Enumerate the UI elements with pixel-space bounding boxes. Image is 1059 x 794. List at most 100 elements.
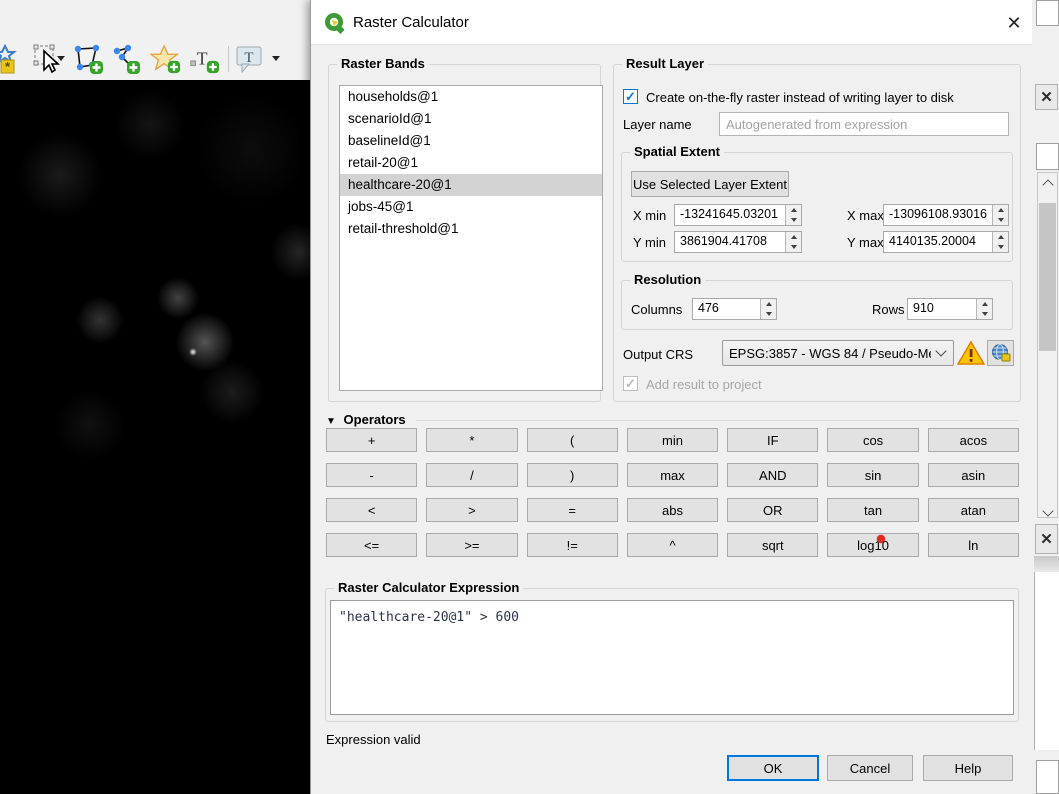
raster-band-item[interactable]: healthcare-20@1	[340, 174, 602, 196]
spin-arrows[interactable]	[992, 205, 1008, 225]
spin-arrows[interactable]	[992, 232, 1008, 252]
operators-header[interactable]: ▼ Operators	[326, 412, 1021, 428]
raster-bands-list[interactable]: households@1 scenarioId@1 baselineId@1 reta…	[339, 85, 603, 391]
resolution-group-title: Resolution	[630, 272, 706, 287]
operator-button-IF[interactable]: IF	[727, 428, 819, 452]
operator-button-+[interactable]: +	[326, 428, 418, 452]
panel-header-partial	[1034, 556, 1059, 572]
recording-cursor-dot	[877, 535, 885, 543]
spin-arrows[interactable]	[976, 299, 992, 319]
expression-editor[interactable]: "healthcare-20@1" > 600	[330, 600, 1014, 715]
raster-band-item[interactable]: retail-threshold@1	[340, 218, 602, 240]
scroll-down-icon[interactable]	[1041, 505, 1054, 517]
crs-warning-icon[interactable]	[957, 340, 985, 366]
panel-field-partial	[1036, 143, 1059, 170]
scroll-up-icon[interactable]	[1041, 179, 1054, 191]
operator-button-*[interactable]: *	[426, 428, 518, 452]
x-min-value: -13241645.03201	[680, 207, 779, 221]
raster-band-item[interactable]: households@1	[340, 86, 602, 108]
result-layer-group-title: Result Layer	[622, 56, 709, 71]
operator-button-min[interactable]: min	[626, 428, 719, 452]
qgis-window: * T T Raster Calculator ✕ Raster Bands h…	[0, 0, 1059, 794]
operator-button-asin[interactable]: asin	[927, 463, 1019, 487]
panel-close-icon[interactable]: ✕	[1035, 84, 1058, 110]
operator-button-ln[interactable]: ln	[927, 533, 1019, 557]
operator-button->[interactable]: >	[426, 498, 518, 522]
operator-button-cos[interactable]: cos	[827, 428, 919, 452]
operator-button-OR[interactable]: OR	[727, 498, 819, 522]
panel-field-partial	[1036, 0, 1059, 26]
x-max-spinbox[interactable]: -13096108.93016	[883, 204, 1009, 226]
operator-button--[interactable]: -	[326, 463, 418, 487]
y-max-spinbox[interactable]: 4140135.20004	[883, 231, 1009, 253]
line-annotation-button[interactable]	[110, 42, 142, 76]
create-on-the-fly-checkbox[interactable]: ✓	[623, 89, 638, 104]
operator-button-max[interactable]: max	[626, 463, 719, 487]
operators-grid: + *(min IF cos acos - /) max AND sin asin < > = abs OR t…	[326, 428, 1019, 557]
raster-band-item[interactable]: baselineId@1	[340, 130, 602, 152]
cancel-button[interactable]: Cancel	[827, 755, 913, 781]
checkmark-icon: ✓	[625, 376, 636, 391]
expression-status: Expression valid	[326, 732, 421, 747]
balloon-annotation-button[interactable]: T	[233, 42, 265, 76]
x-min-spinbox[interactable]: -13241645.03201	[674, 204, 802, 226]
operator-button-=[interactable]: =	[526, 498, 618, 522]
operator-button-([interactable]: (	[526, 428, 618, 452]
layer-name-input[interactable]	[719, 112, 1009, 136]
operator-button-sin[interactable]: sin	[827, 463, 919, 487]
annotation-layer-icon[interactable]: *	[0, 42, 18, 76]
modify-annotation-button[interactable]	[32, 42, 64, 76]
map-canvas[interactable]	[0, 80, 311, 794]
y-min-value: 3861904.41708	[680, 234, 767, 248]
panel-body-partial	[1034, 572, 1059, 750]
raster-band-item[interactable]: jobs-45@1	[340, 196, 602, 218]
ok-button[interactable]: OK	[727, 755, 819, 781]
dialog-titlebar[interactable]: Raster Calculator ✕	[311, 0, 1033, 45]
svg-text:T: T	[244, 50, 253, 66]
operator-button-<[interactable]: <	[326, 498, 418, 522]
operator-button-acos[interactable]: acos	[927, 428, 1019, 452]
operator-button-log10[interactable]: log10	[827, 533, 919, 557]
collapse-triangle-icon: ▼	[326, 416, 336, 427]
y-max-label: Y max	[847, 235, 884, 250]
operator-button-/[interactable]: /	[426, 463, 518, 487]
spin-arrows[interactable]	[785, 205, 801, 225]
raster-bands-group-title: Raster Bands	[337, 56, 429, 71]
output-crs-combobox[interactable]: EPSG:3857 - WGS 84 / Pseudo-Mer	[722, 340, 954, 366]
columns-spinbox[interactable]: 476	[692, 298, 777, 320]
chevron-down-icon	[935, 345, 947, 357]
close-icon[interactable]: ✕	[1003, 12, 1025, 34]
operator-button->=[interactable]: >=	[426, 533, 518, 557]
line-annotation-icon	[113, 44, 140, 74]
panel-scrollbar[interactable]	[1037, 172, 1058, 518]
rows-spinbox[interactable]: 910	[907, 298, 993, 320]
annotations-toolbar: * T T	[0, 0, 311, 80]
operator-button-<=[interactable]: <=	[326, 533, 418, 557]
polygon-annotation-button[interactable]	[72, 42, 104, 76]
spin-arrows[interactable]	[760, 299, 776, 319]
use-selected-layer-extent-button[interactable]: Use Selected Layer Extent	[631, 171, 789, 197]
operator-button-AND[interactable]: AND	[727, 463, 819, 487]
select-crs-button[interactable]	[987, 340, 1014, 366]
marker-annotation-button[interactable]	[150, 42, 182, 76]
raster-band-item[interactable]: retail-20@1	[340, 152, 602, 174]
operator-button-^[interactable]: ^	[626, 533, 719, 557]
dropdown-arrow-icon[interactable]	[272, 56, 280, 61]
operator-button-tan[interactable]: tan	[827, 498, 919, 522]
raster-band-item[interactable]: scenarioId@1	[340, 108, 602, 130]
raster-calculator-dialog: Raster Calculator ✕ Raster Bands househo…	[310, 0, 1033, 794]
operator-button-abs[interactable]: abs	[626, 498, 719, 522]
operator-button-)[interactable]: )	[526, 463, 618, 487]
operator-button-atan[interactable]: atan	[927, 498, 1019, 522]
operator-button-!=[interactable]: !=	[526, 533, 618, 557]
scrollbar-thumb[interactable]	[1039, 203, 1056, 351]
y-min-spinbox[interactable]: 3861904.41708	[674, 231, 802, 253]
x-max-label: X max	[847, 208, 884, 223]
help-button[interactable]: Help	[923, 755, 1013, 781]
operator-button-sqrt[interactable]: sqrt	[727, 533, 819, 557]
svg-text:T: T	[197, 49, 208, 69]
text-annotation-button[interactable]: T	[188, 42, 220, 76]
spin-arrows[interactable]	[785, 232, 801, 252]
layer-name-label: Layer name	[623, 117, 692, 132]
panel-close-icon[interactable]: ✕	[1035, 524, 1058, 554]
